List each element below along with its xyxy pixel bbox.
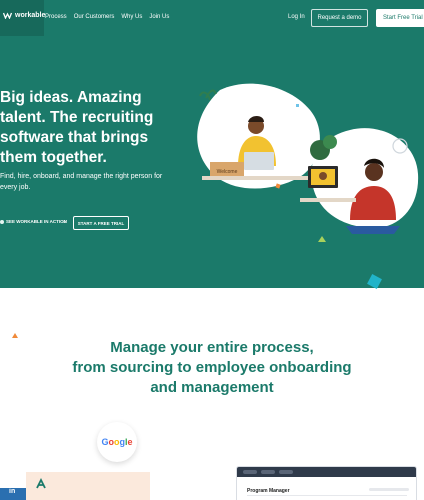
request-demo-button[interactable]: Request a demo <box>311 9 368 27</box>
nav-link-join-us[interactable]: Join Us <box>149 14 169 20</box>
workable-logo[interactable]: workable <box>3 12 45 19</box>
person-right-head <box>365 163 383 181</box>
google-logo-badge: Google <box>97 422 137 462</box>
start-free-trial-button[interactable]: Start Free Trial <box>376 9 424 27</box>
logo-container[interactable]: workable <box>0 0 45 36</box>
linkedin-icon: in <box>0 488 26 500</box>
section-title: Manage your entire process, from sourcin… <box>0 338 424 398</box>
workable-a-icon <box>36 477 46 489</box>
app-window-meta-bar <box>369 488 409 491</box>
hero-headline: Big ideas. Amazing talent. The recruitin… <box>0 89 154 166</box>
play-icon <box>0 219 4 224</box>
workable-logo-icon <box>3 12 13 19</box>
app-window-divider <box>247 495 407 496</box>
laptop-left <box>244 152 274 170</box>
toolbar-pill <box>261 470 275 474</box>
top-navbar: workable Process Our Customers Why Us Jo… <box>0 0 424 36</box>
see-in-action-label: SEE WORKABLE IN ACTION <box>6 219 67 224</box>
nav-link-our-customers[interactable]: Our Customers <box>74 14 115 20</box>
welcome-sign: Welcome <box>217 169 238 175</box>
nav-link-process[interactable]: Process <box>45 14 67 20</box>
logo-text: workable <box>15 12 46 19</box>
hero-illustration: Welcome <box>197 83 419 242</box>
section-title-line2: from sourcing to employee onboarding <box>72 359 352 376</box>
section-title-line1: Manage your entire process, <box>110 339 314 356</box>
section-title-line3: and management <box>150 379 274 396</box>
hero-free-trial-button[interactable]: START A FREE TRIAL <box>73 216 129 230</box>
app-preview-window: Program Manager <box>236 466 417 500</box>
login-link[interactable]: Log In <box>288 14 305 20</box>
chair-right <box>346 226 400 234</box>
desk-left <box>202 176 310 180</box>
or-separator: or <box>63 219 68 224</box>
toolbar-pill <box>243 470 257 474</box>
see-in-action-link[interactable]: SEE WORKABLE IN ACTION <box>0 219 67 224</box>
hero-section: workable Process Our Customers Why Us Jo… <box>0 0 424 288</box>
confetti-blue <box>296 104 299 107</box>
hero-subtext: Find, hire, onboard, and manage the righ… <box>0 173 163 191</box>
nav-link-why-us[interactable]: Why Us <box>121 14 142 20</box>
nav-links: Process Our Customers Why Us Join Us <box>45 14 169 20</box>
desk-right <box>300 198 356 202</box>
confetti-green <box>318 236 326 242</box>
toolbar-pill <box>279 470 293 474</box>
app-window-title: Program Manager <box>247 488 290 494</box>
app-window-toolbar <box>237 467 416 477</box>
